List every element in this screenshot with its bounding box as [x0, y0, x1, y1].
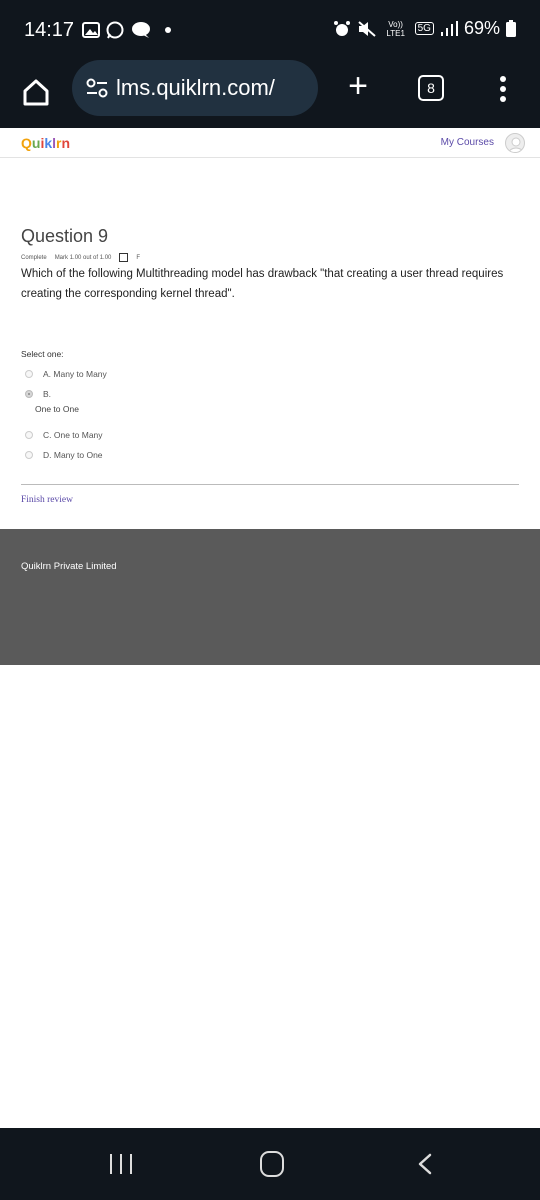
tabs-icon[interactable]: 8 [418, 75, 444, 101]
alarm-icon [333, 20, 350, 36]
radio-button-selected[interactable] [25, 390, 33, 398]
my-courses-link[interactable]: My Courses [441, 137, 494, 148]
option-label: C. One to Many [43, 430, 103, 440]
option-label: B. [43, 389, 52, 399]
home-icon[interactable] [18, 74, 54, 110]
avatar[interactable] [505, 133, 525, 153]
plus-icon[interactable]: + [340, 68, 376, 104]
back-icon[interactable] [417, 1153, 433, 1175]
divider [21, 484, 519, 485]
gallery-icon [82, 22, 100, 38]
recents-icon[interactable] [110, 1154, 132, 1174]
option-a[interactable]: A. Many to Many [25, 369, 107, 379]
notification-icons [82, 21, 172, 39]
flag-checkbox[interactable] [119, 253, 129, 262]
mute-icon [357, 20, 376, 37]
footer-text: Quiklrn Private Limited [21, 561, 117, 572]
option-label: D. Many to One [43, 450, 103, 460]
radio-button[interactable] [25, 370, 33, 378]
signal-icon [440, 20, 458, 36]
network-badge: 5G [414, 22, 434, 35]
flag-label[interactable]: F [136, 255, 140, 261]
dot-icon [165, 27, 171, 33]
system-nav-bar [0, 1128, 540, 1200]
browser-toolbar: lms.quiklrn.com/ + 8 [0, 60, 540, 128]
battery-icon [506, 20, 516, 37]
site-settings-icon[interactable] [86, 78, 108, 98]
option-b-text: One to One [35, 404, 79, 414]
battery-percent: 69% [463, 18, 500, 38]
radio-button[interactable] [25, 431, 33, 439]
finish-review-link[interactable]: Finish review [21, 495, 73, 505]
option-d[interactable]: D. Many to One [25, 450, 103, 460]
status-time: 14:17 [24, 19, 75, 41]
option-c[interactable]: C. One to Many [25, 430, 103, 440]
question-state: Complete [21, 254, 47, 261]
status-bar: 14:17 Vo)) LTE1 5G 69% [0, 0, 540, 60]
home-nav-icon[interactable] [260, 1151, 284, 1177]
option-label: A. Many to Many [43, 369, 107, 379]
question-text: Which of the following Multithreading mo… [21, 268, 504, 300]
status-right: Vo)) LTE1 5G 69% [333, 18, 516, 39]
question-mark: Mark 1.00 out of 1.00 [54, 254, 112, 261]
whatsapp-icon [106, 21, 124, 39]
more-vert-icon[interactable] [497, 76, 509, 106]
site-footer: Quiklrn Private Limited [0, 529, 540, 665]
chat-bubble-icon [132, 22, 150, 38]
question-info: Complete Mark 1.00 out of 1.00 F [21, 253, 140, 262]
site-header: Quiklrn My Courses [0, 128, 540, 158]
question-title: Question 9 [21, 226, 109, 246]
radio-button[interactable] [25, 451, 33, 459]
select-one-label: Select one: [21, 349, 64, 359]
url-text[interactable]: lms.quiklrn.com/ [116, 75, 275, 101]
address-bar[interactable]: lms.quiklrn.com/ [72, 60, 318, 116]
option-b[interactable]: B. [25, 389, 51, 399]
volte-indicator: Vo)) LTE1 [386, 19, 405, 38]
site-logo[interactable]: Quiklrn [21, 135, 70, 151]
